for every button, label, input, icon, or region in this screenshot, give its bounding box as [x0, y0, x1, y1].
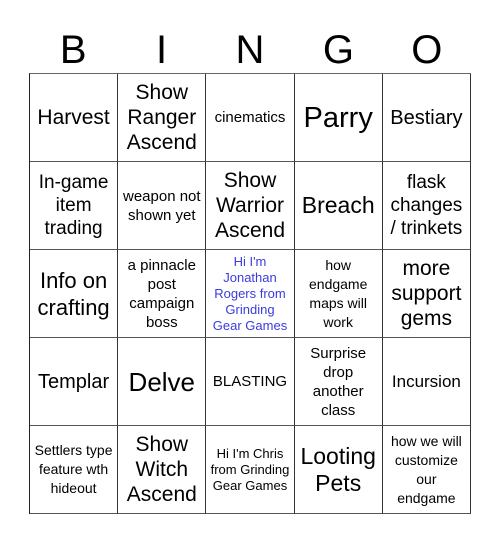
cell-text: how we will customize our endgame — [390, 432, 462, 506]
bingo-cell[interactable]: a pinnacle post campaign boss — [118, 250, 207, 338]
free-space-text: Hi I'm Jonathan Rogers from Grinding Gea… — [212, 253, 288, 333]
cell-text: Hi I'm Chris from Grinding Gear Games — [210, 445, 290, 493]
cell-text: Incursion — [391, 371, 461, 391]
cell-text: BLASTING — [212, 373, 288, 390]
bingo-cell[interactable]: Hi I'm Chris from Grinding Gear Games — [206, 426, 295, 514]
bingo-cell[interactable]: Show Ranger Ascend — [118, 74, 207, 162]
header-letter-i: I — [156, 28, 168, 72]
cell-text: Info on crafting — [37, 267, 110, 320]
cell-text: a pinnacle post campaign boss — [127, 256, 196, 331]
cell-text: Breach — [301, 192, 375, 218]
bingo-cell[interactable]: how endgame maps will work — [294, 250, 383, 338]
cell-text: Templar — [38, 370, 110, 393]
free-space-cell[interactable]: Hi I'm Jonathan Rogers from Grinding Gea… — [206, 250, 295, 338]
bingo-cell[interactable]: Surprise drop another class — [294, 338, 383, 426]
cell-text: Looting Pets — [300, 442, 376, 496]
header-letter-b: B — [59, 28, 87, 72]
cell-text: Show Ranger Ascend — [126, 81, 197, 154]
cell-text: Harvest — [37, 106, 110, 129]
bingo-cell[interactable]: Delve — [118, 338, 207, 426]
bingo-cell[interactable]: flask changes / trinkets — [382, 162, 471, 250]
header-letter-n: N — [235, 28, 265, 72]
cell-text: Show Witch Ascend — [126, 433, 197, 506]
cell-text: Delve — [128, 366, 196, 397]
cell-text: Parry — [303, 101, 373, 134]
bingo-cell[interactable]: Harvest — [30, 74, 119, 162]
cell-text: flask changes / trinkets — [390, 172, 463, 239]
cell-text: more support gems — [391, 257, 462, 330]
cell-text: Bestiary — [390, 106, 463, 129]
header-letter-g: G — [322, 28, 354, 72]
bingo-cell[interactable]: Bestiary — [382, 74, 471, 162]
cell-text: Surprise drop another class — [310, 344, 367, 419]
cell-text: In-game item trading — [38, 172, 109, 239]
bingo-cell[interactable]: Info on crafting — [30, 250, 119, 338]
bingo-header: B I N G O — [29, 26, 471, 74]
bingo-cell[interactable]: Parry — [294, 74, 383, 162]
header-letter-o: O — [411, 28, 443, 72]
bingo-cell[interactable]: Templar — [30, 338, 119, 426]
bingo-cell[interactable]: BLASTING — [206, 338, 295, 426]
bingo-cell[interactable]: how we will customize our endgame — [382, 426, 471, 514]
cell-text: cinematics — [214, 109, 286, 126]
bingo-cell[interactable]: Settlers type feature wth hideout — [30, 426, 119, 514]
bingo-cell[interactable]: Incursion — [382, 338, 471, 426]
cell-text: how endgame maps will work — [309, 256, 368, 330]
bingo-cell[interactable]: Looting Pets — [294, 426, 383, 514]
bingo-cell[interactable]: Breach — [294, 162, 383, 250]
bingo-cell[interactable]: Show Warrior Ascend — [206, 162, 295, 250]
bingo-cell[interactable]: In-game item trading — [30, 162, 119, 250]
bingo-cell[interactable]: weapon not shown yet — [118, 162, 207, 250]
bingo-cell[interactable]: more support gems — [382, 250, 471, 338]
bingo-board: Harvest Show Ranger Ascend cinematics Pa… — [29, 73, 471, 514]
cell-text: weapon not shown yet — [123, 187, 201, 224]
bingo-cell[interactable]: Show Witch Ascend — [118, 426, 207, 514]
cell-text: Show Warrior Ascend — [214, 169, 286, 242]
bingo-cell[interactable]: cinematics — [206, 74, 295, 162]
cell-text: Settlers type feature wth hideout — [34, 442, 113, 496]
